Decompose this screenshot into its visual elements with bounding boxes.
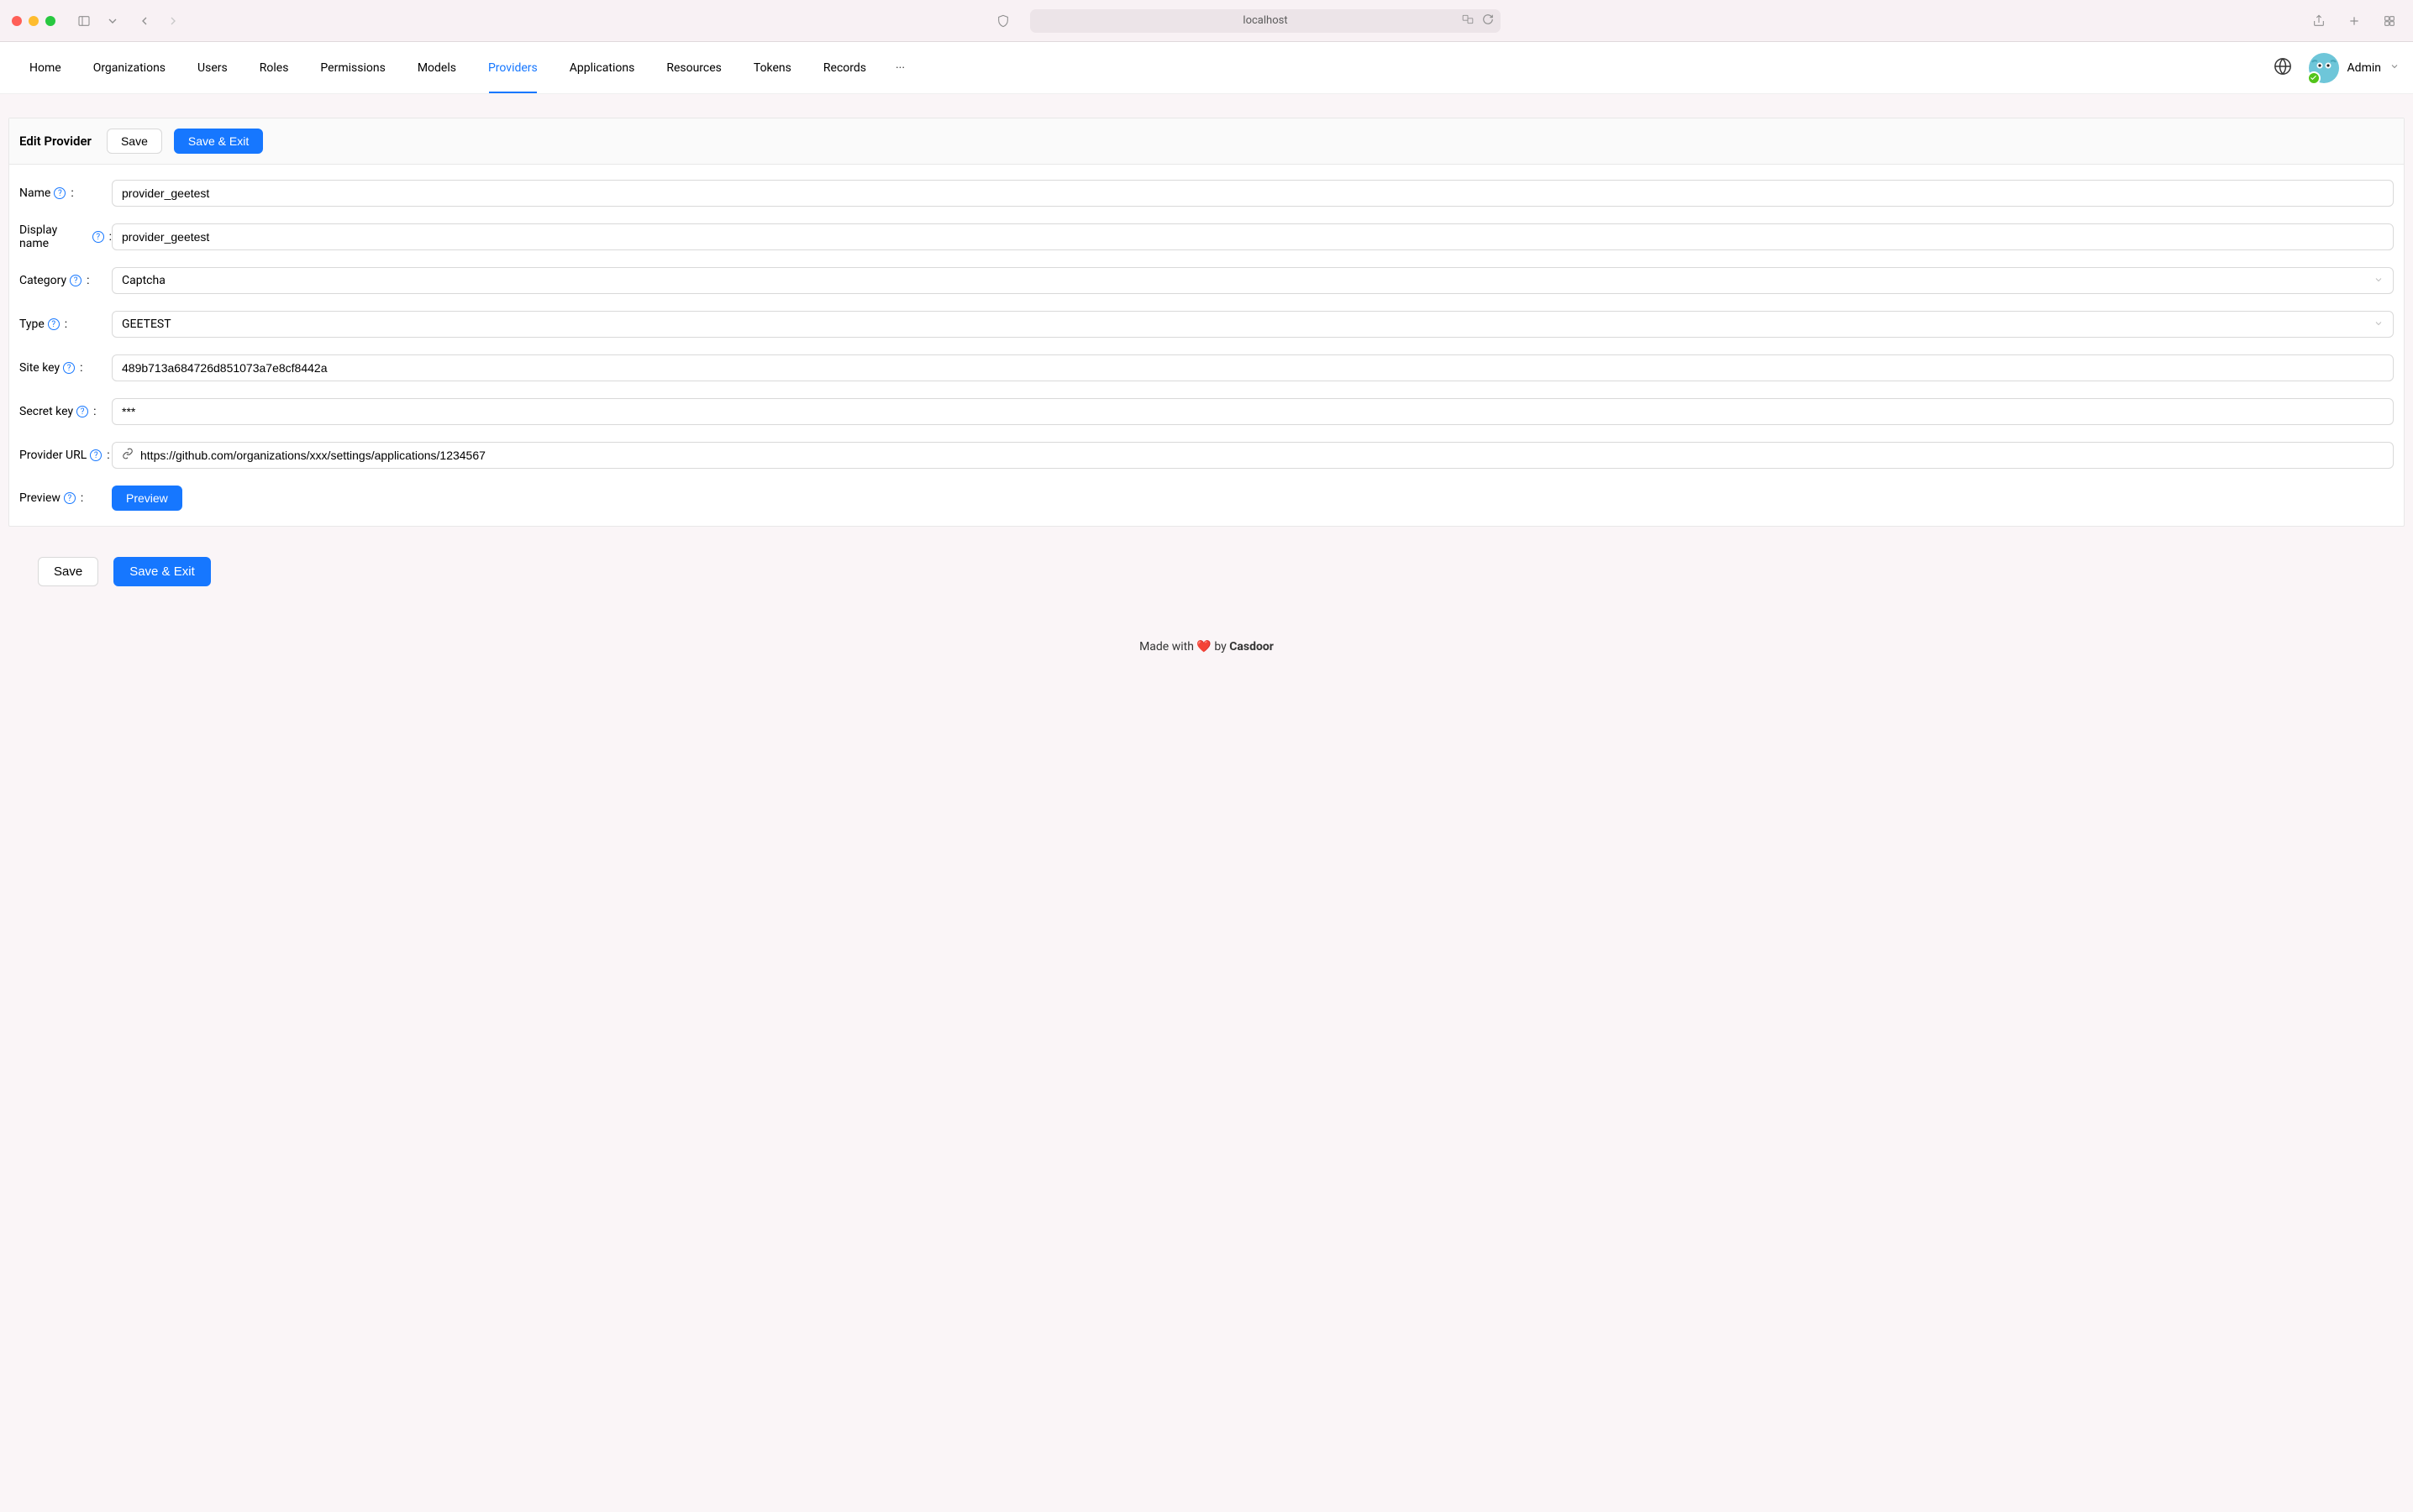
address-bar[interactable]: localhost [1030, 9, 1501, 33]
row-display-name: Display name ? : [19, 223, 2394, 250]
bottom-actions: Save Save & Exit [4, 540, 2409, 620]
nav-home[interactable]: Home [13, 42, 77, 93]
label-name: Name [19, 186, 50, 200]
save-exit-button-bottom[interactable]: Save & Exit [113, 557, 211, 586]
chevron-down-icon [2374, 318, 2384, 331]
footer: Made with ❤️ by Casdoor [0, 620, 2413, 679]
chevron-down-icon [2389, 61, 2400, 75]
help-icon[interactable]: ? [54, 187, 66, 199]
nav-providers[interactable]: Providers [472, 42, 554, 93]
nav-items: Home Organizations Users Roles Permissio… [13, 42, 918, 93]
nav-users[interactable]: Users [181, 42, 244, 93]
help-icon[interactable]: ? [64, 492, 76, 504]
help-icon[interactable]: ? [48, 318, 60, 330]
nav-records[interactable]: Records [807, 42, 882, 93]
user-menu[interactable]: Admin [2309, 53, 2400, 83]
label-provider-url: Provider URL [19, 449, 87, 462]
provider-url-input[interactable] [140, 449, 2384, 462]
address-text: localhost [1243, 14, 1287, 27]
label-secret-key: Secret key [19, 405, 73, 418]
browser-chrome: localhost [0, 0, 2413, 42]
help-icon[interactable]: ? [92, 231, 104, 243]
type-value: GEETEST [122, 318, 171, 331]
name-input[interactable] [112, 180, 2394, 207]
back-button[interactable] [133, 9, 156, 33]
top-nav: Home Organizations Users Roles Permissio… [0, 42, 2413, 94]
help-icon[interactable]: ? [63, 362, 75, 374]
privacy-shield-icon[interactable] [991, 9, 1015, 33]
label-site-key: Site key [19, 361, 60, 375]
card-header: Edit Provider Save Save & Exit [9, 118, 2404, 165]
tabs-grid-icon[interactable] [2378, 9, 2401, 33]
reload-icon[interactable] [1482, 13, 1494, 29]
link-icon [122, 448, 134, 463]
translate-icon[interactable] [1460, 13, 1475, 29]
preview-button[interactable]: Preview [112, 486, 182, 511]
row-site-key: Site key ? : [19, 354, 2394, 381]
label-type: Type [19, 318, 45, 331]
provider-url-input-wrap [112, 442, 2394, 469]
nav-resources[interactable]: Resources [650, 42, 738, 93]
avatar [2309, 53, 2339, 83]
chevron-down-icon[interactable] [106, 9, 119, 33]
nav-models[interactable]: Models [402, 42, 472, 93]
footer-by: by [1214, 640, 1226, 654]
save-exit-button[interactable]: Save & Exit [174, 129, 263, 154]
verified-badge-icon [2307, 71, 2321, 85]
new-tab-icon[interactable] [2342, 9, 2366, 33]
secret-key-input[interactable] [112, 398, 2394, 425]
nav-more-icon[interactable]: ··· [882, 42, 918, 93]
help-icon[interactable]: ? [70, 275, 81, 286]
user-name: Admin [2347, 61, 2381, 75]
chevron-down-icon [2374, 275, 2384, 287]
help-icon[interactable]: ? [76, 406, 88, 417]
display-name-input[interactable] [112, 223, 2394, 250]
label-preview: Preview [19, 491, 60, 505]
help-icon[interactable]: ? [90, 449, 102, 461]
label-display-name: Display name [19, 223, 89, 250]
page-title: Edit Provider [19, 134, 92, 149]
footer-brand: Casdoor [1229, 640, 1274, 654]
maximize-window-button[interactable] [45, 16, 55, 26]
forward-button[interactable] [161, 9, 185, 33]
row-secret-key: Secret key ? : [19, 398, 2394, 425]
label-category: Category [19, 274, 66, 287]
save-button-bottom[interactable]: Save [38, 557, 98, 586]
nav-permissions[interactable]: Permissions [304, 42, 401, 93]
nav-tokens[interactable]: Tokens [738, 42, 807, 93]
share-icon[interactable] [2307, 9, 2331, 33]
window-controls [12, 16, 55, 26]
category-value: Captcha [122, 274, 166, 287]
heart-icon: ❤️ [1196, 640, 1211, 654]
form-body: Name ? : Display name ? : [9, 165, 2404, 526]
row-preview: Preview ? : Preview [19, 486, 2394, 511]
row-provider-url: Provider URL ? : [19, 442, 2394, 469]
save-button[interactable]: Save [107, 129, 162, 154]
row-category: Category ? : Captcha [19, 267, 2394, 294]
sidebar-toggle-icon[interactable] [72, 9, 96, 33]
nav-organizations[interactable]: Organizations [77, 42, 181, 93]
row-type: Type ? : GEETEST [19, 311, 2394, 338]
close-window-button[interactable] [12, 16, 22, 26]
minimize-window-button[interactable] [29, 16, 39, 26]
edit-provider-card: Edit Provider Save Save & Exit Name ? : … [8, 118, 2405, 527]
nav-applications[interactable]: Applications [554, 42, 651, 93]
row-name: Name ? : [19, 180, 2394, 207]
category-select[interactable]: Captcha [112, 267, 2394, 294]
site-key-input[interactable] [112, 354, 2394, 381]
nav-roles[interactable]: Roles [244, 42, 305, 93]
language-globe-icon[interactable] [2274, 57, 2292, 79]
type-select[interactable]: GEETEST [112, 311, 2394, 338]
footer-made-with: Made with [1139, 640, 1194, 654]
